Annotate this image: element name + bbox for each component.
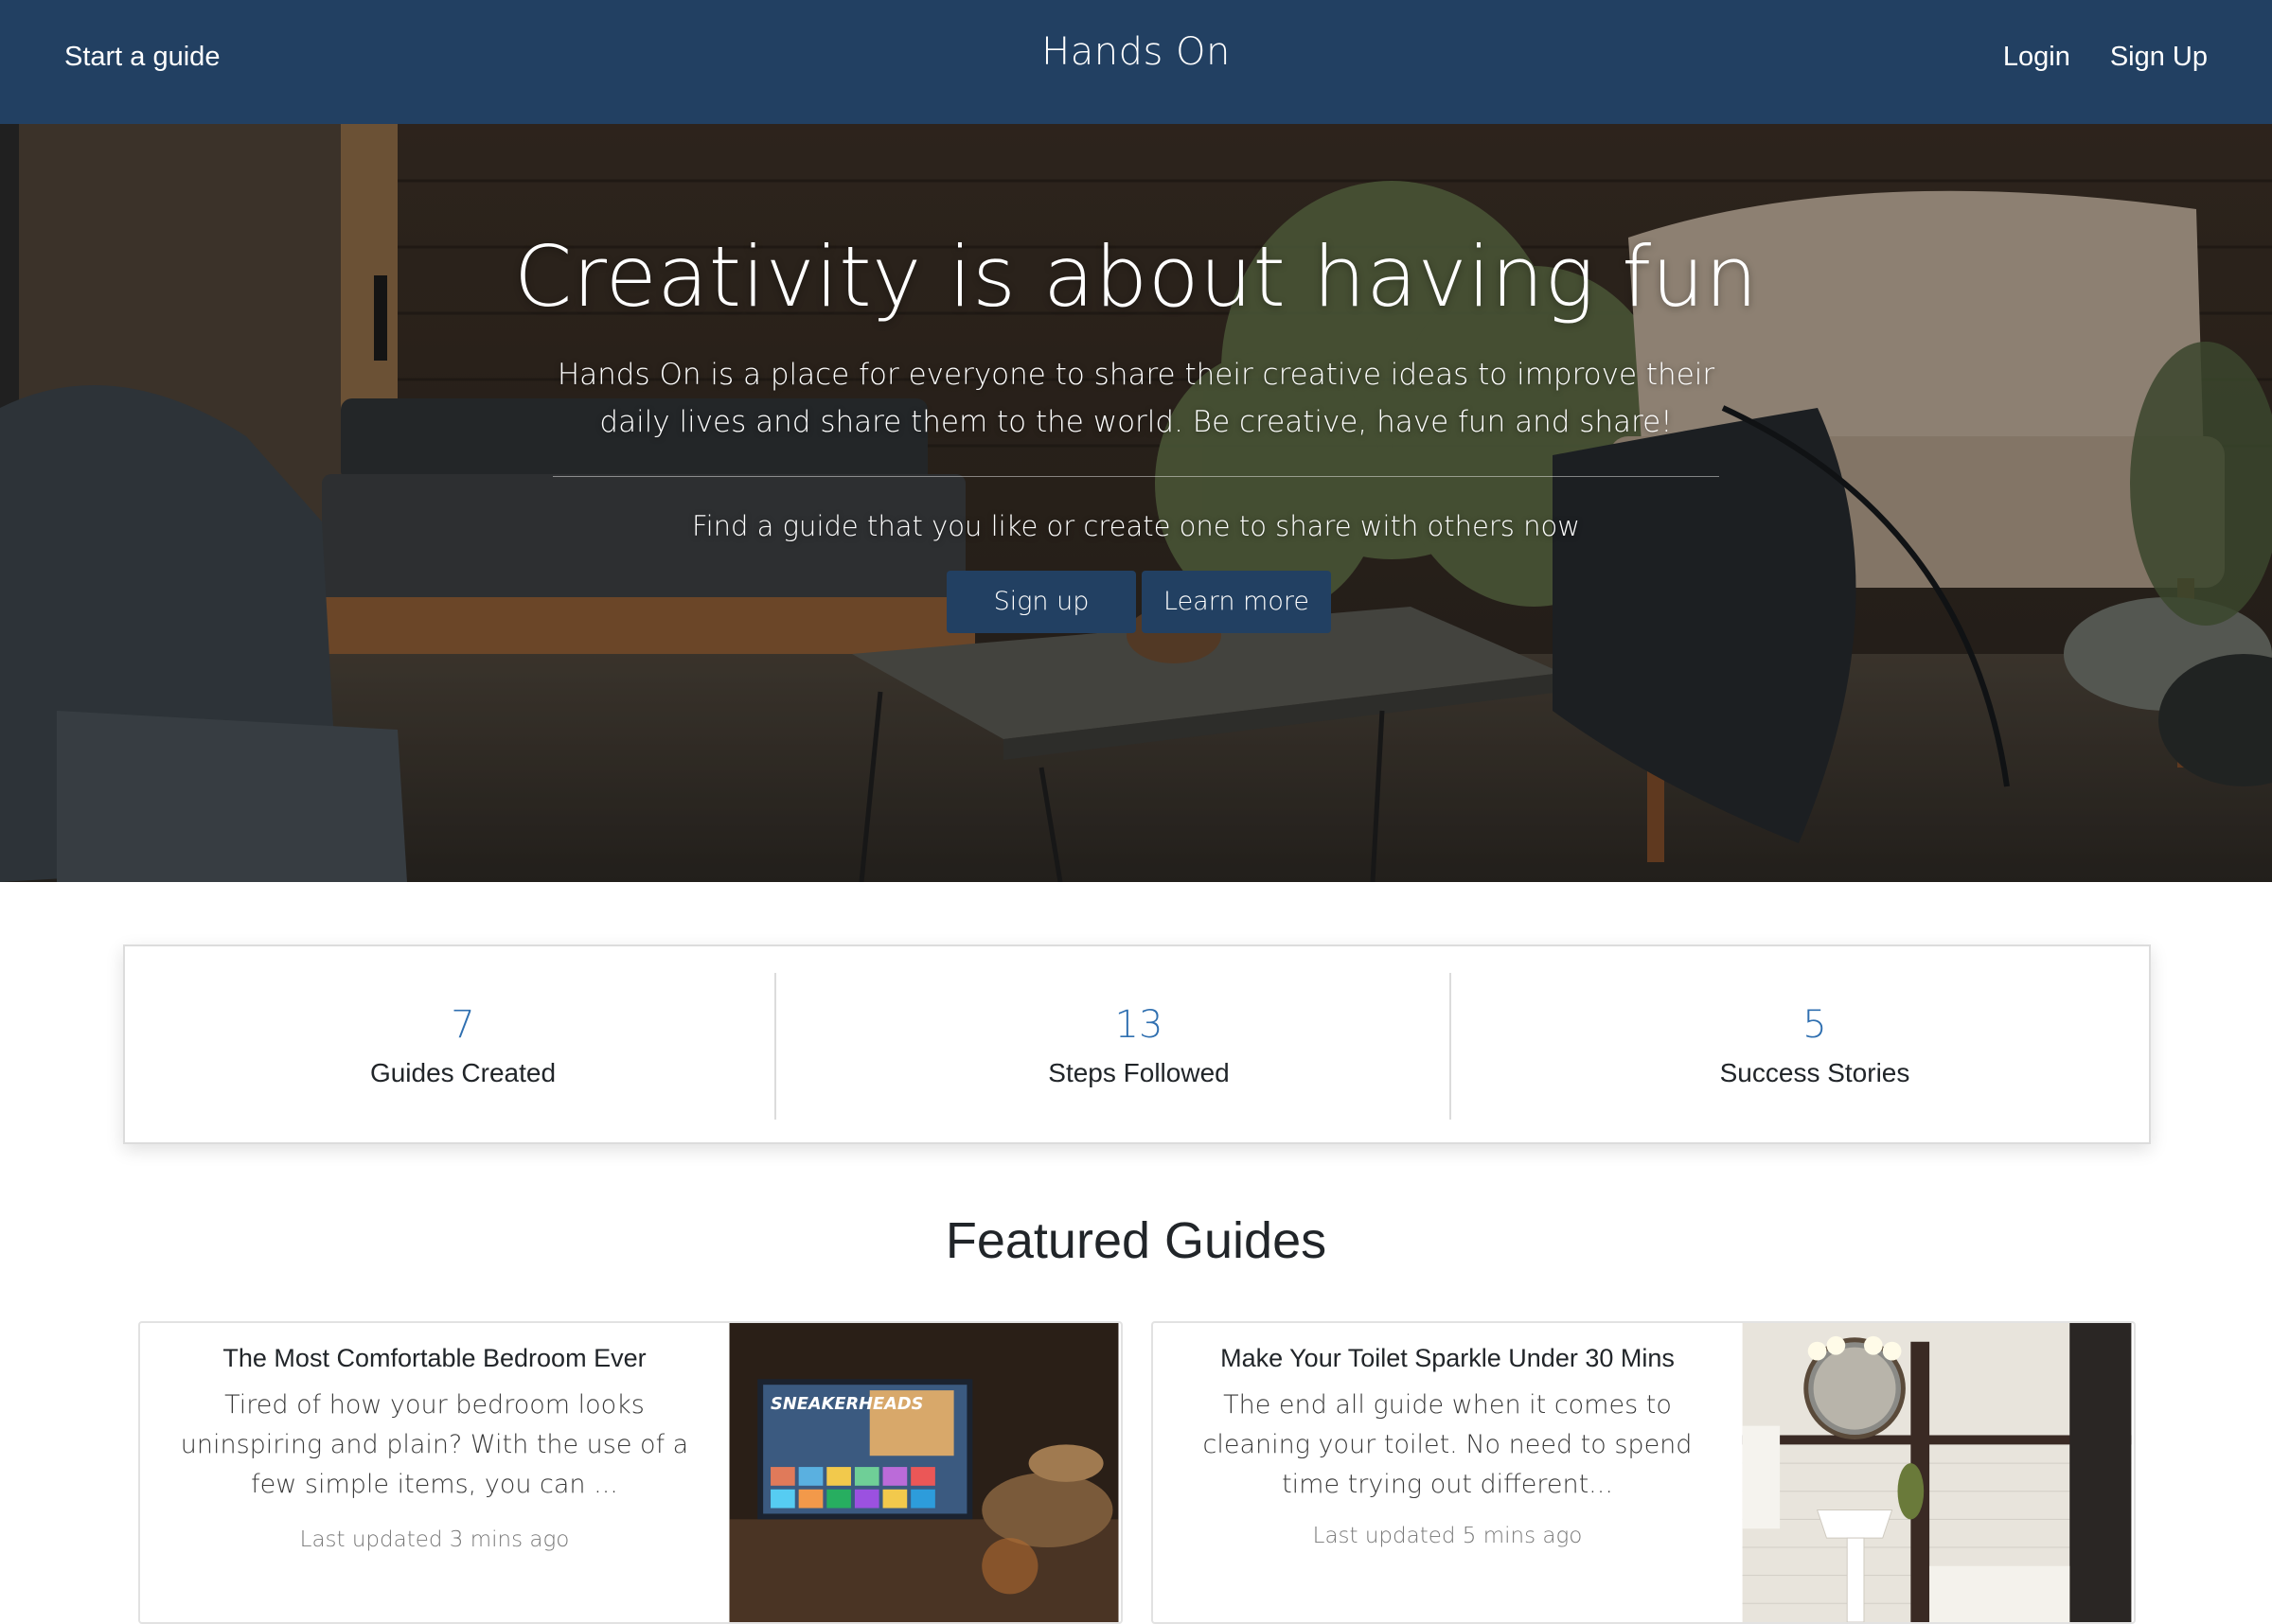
stat-label: Steps Followed — [1048, 1058, 1230, 1087]
hero-cta-text: Find a guide that you like or create one… — [692, 510, 1580, 542]
bedroom-tv-image: SNEAKERHEADS — [729, 1323, 1119, 1622]
stat-value: 5 — [1802, 1003, 1827, 1047]
bathroom-image — [1742, 1323, 2132, 1622]
signup-link[interactable]: Sign Up — [2110, 42, 2208, 73]
guide-card-updated: Last updated 3 mins ago — [299, 1527, 570, 1552]
stat-guides-created: 7 Guides Created — [125, 946, 801, 1146]
guide-card-body: Make Your Toilet Sparkle Under 30 Mins T… — [1153, 1323, 1742, 1622]
stat-label: Guides Created — [369, 1058, 557, 1087]
hero-banner: Creativity is about having fun Hands On … — [0, 124, 2272, 882]
stat-success-stories: 5 Success Stories — [1477, 946, 2153, 1146]
brand-logo[interactable]: Hands On — [0, 30, 2272, 74]
hero-subtitle: Hands On is a place for everyone to shar… — [557, 358, 1715, 439]
guide-card-title[interactable]: The Most Comfortable Bedroom Ever — [140, 1344, 729, 1373]
auth-links: Login Sign Up — [2003, 42, 2208, 73]
login-link[interactable]: Login — [2003, 42, 2070, 73]
guide-card-description: Tired of how your bedroom looks uninspir… — [180, 1390, 689, 1499]
stat-divider — [774, 973, 776, 1120]
stat-value: 7 — [451, 1003, 475, 1047]
guide-card-toilet[interactable]: Make Your Toilet Sparkle Under 30 Mins T… — [1151, 1321, 2136, 1624]
featured-guides-heading: Featured Guides — [945, 1212, 1327, 1269]
stat-steps-followed: 13 Steps Followed — [801, 946, 1477, 1146]
hero-title: Creativity is about having fun — [513, 228, 1759, 326]
hero-content: Creativity is about having fun Hands On … — [0, 124, 2272, 882]
hero-signup-button[interactable]: Sign up — [947, 571, 1136, 633]
guide-card-title[interactable]: Make Your Toilet Sparkle Under 30 Mins — [1153, 1344, 1742, 1373]
stat-label: Success Stories — [1719, 1058, 1910, 1087]
guide-card-bedroom[interactable]: The Most Comfortable Bedroom Ever Tired … — [138, 1321, 1123, 1624]
top-navbar: Start a guide Hands On Login Sign Up — [0, 0, 2272, 124]
tv-screen-text: SNEAKERHEADS — [771, 1395, 923, 1414]
guide-card-body: The Most Comfortable Bedroom Ever Tired … — [140, 1323, 729, 1622]
guide-card-description: The end all guide when it comes to clean… — [1202, 1390, 1693, 1499]
stat-divider — [1449, 973, 1451, 1120]
guide-card-updated: Last updated 5 mins ago — [1312, 1524, 1583, 1548]
hero-divider — [553, 476, 1719, 477]
hero-learn-more-button[interactable]: Learn more — [1142, 571, 1331, 633]
stats-panel: 7 Guides Created 13 Steps Followed 5 Suc… — [123, 944, 2151, 1144]
stat-value: 13 — [1114, 1003, 1163, 1047]
